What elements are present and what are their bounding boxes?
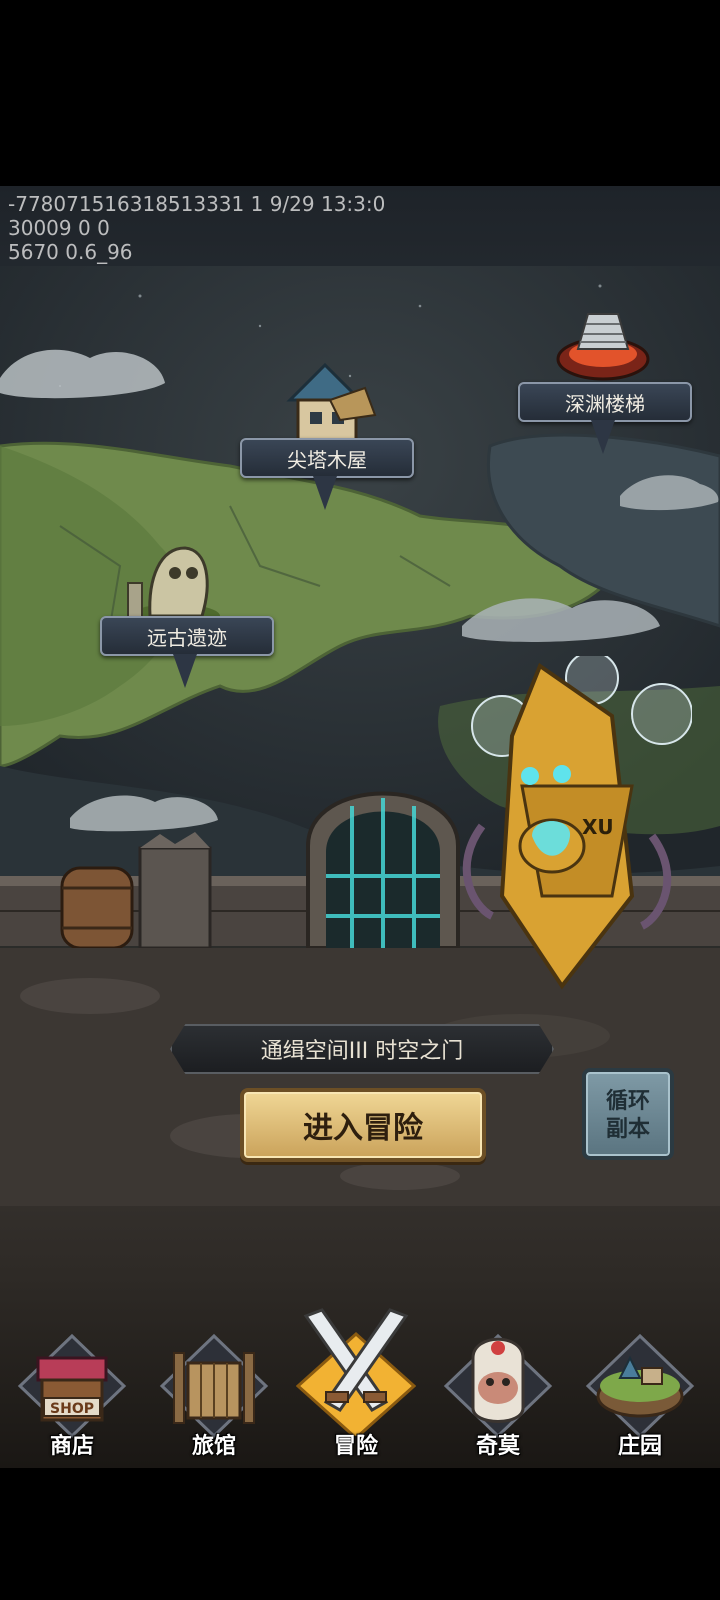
nav-label: 旅馆 — [191, 1434, 236, 1459]
shop-sign: SHOP — [50, 1401, 94, 1417]
nav-shop[interactable]: SHOP 商店 — [12, 1318, 132, 1468]
island-icon — [585, 1333, 695, 1438]
nav-adventure[interactable]: 冒险 — [296, 1308, 416, 1468]
boss-badge: XU — [582, 815, 614, 839]
stage-name-bar: 通缉空间III 时空之门 — [170, 1024, 554, 1074]
location-pin — [591, 420, 615, 454]
debug-line-2: 30009 0 0 — [8, 216, 110, 240]
location-abyss-stairs[interactable]: 深渊楼梯 — [518, 304, 692, 454]
location-spire-cabin[interactable]: 尖塔木屋 — [240, 360, 414, 510]
nav-inn[interactable]: 旅馆 — [154, 1318, 274, 1468]
abyss-stairs-icon — [556, 313, 650, 381]
loop-dungeon-button[interactable]: 循环 副本 — [582, 1068, 674, 1160]
game-screen: -778071516318513331 1 9/29 13:3:0 30009 … — [0, 186, 720, 1468]
stone-head-icon — [127, 546, 220, 628]
nav-label: 冒险 — [333, 1434, 378, 1459]
location-pin — [173, 654, 197, 688]
nav-manor[interactable]: 庄园 — [580, 1318, 700, 1468]
cloud-left — [0, 349, 165, 399]
nav-label: 庄园 — [617, 1434, 662, 1459]
nav-qimo[interactable]: 奇莫 — [438, 1318, 558, 1468]
bottom-nav: SHOP 商店 旅馆 冒险 奇莫 庄园 — [0, 1308, 720, 1468]
inn-gate-icon — [159, 1333, 269, 1438]
crossed-swords-icon — [296, 1308, 416, 1436]
location-pin — [313, 476, 337, 510]
cloud-mid — [462, 598, 660, 642]
debug-line-3: 5670 0.6_96 — [8, 240, 133, 264]
enter-adventure-button[interactable]: 进入冒险 — [240, 1088, 486, 1162]
creature-icon — [443, 1333, 553, 1438]
boss-creature[interactable]: XU — [462, 656, 692, 1026]
loop-dungeon-label-2: 副本 — [605, 1117, 650, 1142]
location-label: 远古遗迹 — [100, 616, 274, 656]
location-ancient-ruins[interactable]: 远古遗迹 — [100, 538, 274, 688]
shop-icon: SHOP — [17, 1333, 127, 1438]
loop-dungeon-label-1: 循环 — [605, 1089, 650, 1114]
cloud-right — [620, 475, 719, 511]
cabin-icon — [286, 362, 377, 442]
debug-line-1: -778071516318513331 1 9/29 13:3:0 — [8, 192, 386, 216]
location-label: 尖塔木屋 — [240, 438, 414, 478]
nav-label: 商店 — [49, 1434, 94, 1459]
nav-label: 奇莫 — [475, 1434, 520, 1459]
location-label: 深渊楼梯 — [518, 382, 692, 422]
